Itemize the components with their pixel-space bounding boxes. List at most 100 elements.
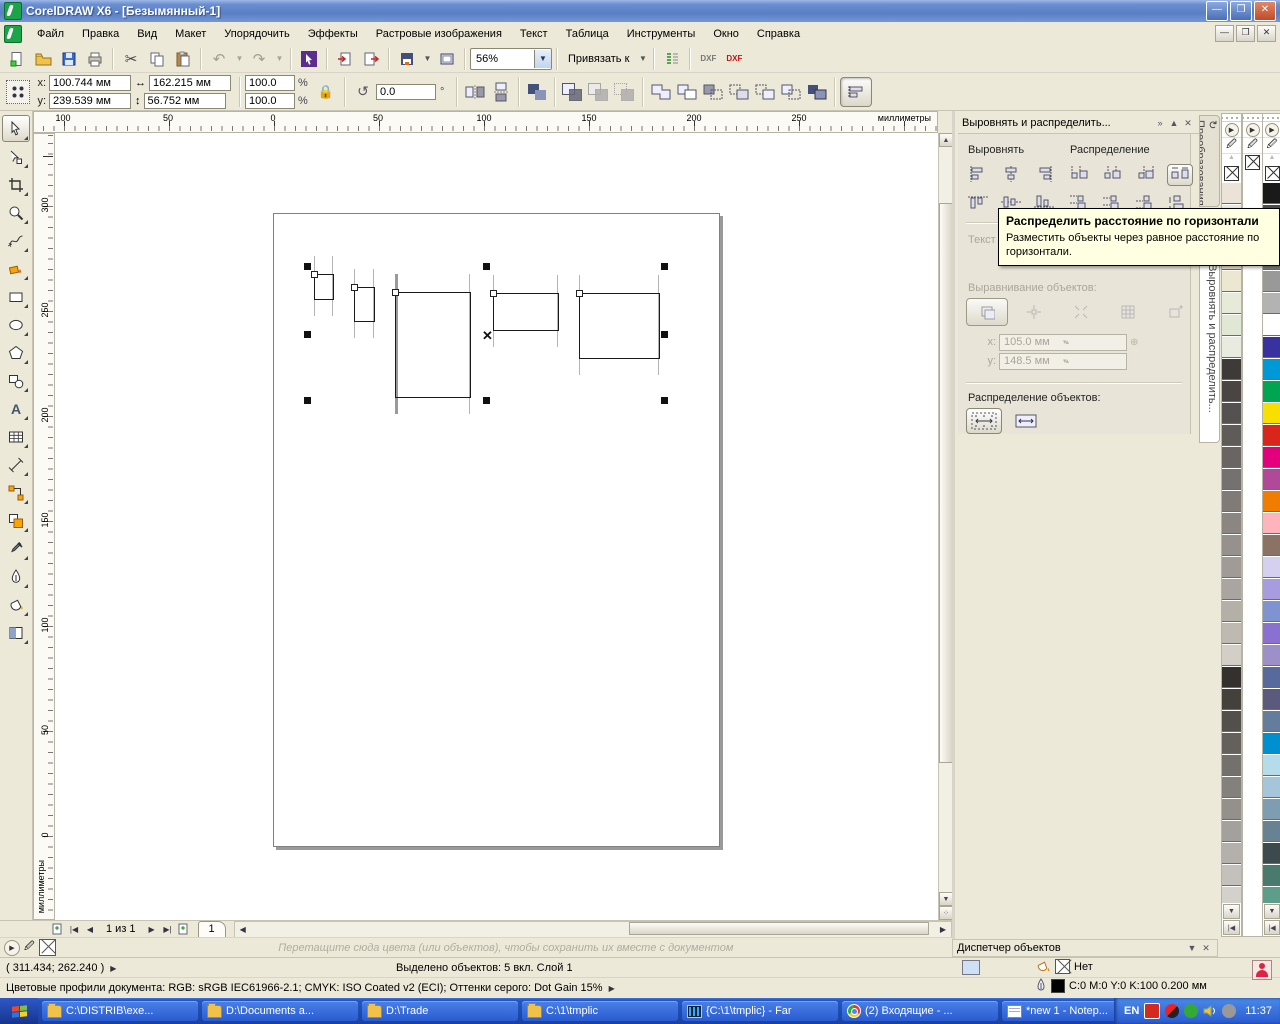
vertical-scrollbar[interactable]: ▲ ▼ ⁘ xyxy=(938,133,953,920)
align-left-button[interactable] xyxy=(966,164,990,184)
align-right-button[interactable] xyxy=(1032,164,1056,184)
align-to-page-edge-button[interactable] xyxy=(1013,298,1055,326)
color-swatch[interactable] xyxy=(1263,380,1280,402)
palette-eyedropper-icon[interactable]: 🖉 xyxy=(1247,137,1258,154)
color-swatch[interactable] xyxy=(1222,292,1241,314)
palette-expand-button[interactable]: |◀ xyxy=(1264,920,1280,935)
color-swatch[interactable] xyxy=(1263,292,1280,314)
zoom-level-combo[interactable]: 56% ▼ xyxy=(470,48,552,70)
doc-palette-no-color-swatch[interactable] xyxy=(39,939,56,956)
shape-tool[interactable] xyxy=(2,143,30,170)
distribute-right-button[interactable] xyxy=(1134,164,1158,184)
object-manager-close-icon[interactable]: ✕ xyxy=(1199,941,1213,955)
color-swatch[interactable] xyxy=(1222,710,1241,732)
table-tool[interactable] xyxy=(2,423,30,450)
palette-drag-handle[interactable] xyxy=(1222,114,1241,122)
page-tab-1[interactable]: 1 xyxy=(198,921,226,937)
redo-button[interactable]: ↷ xyxy=(246,46,272,72)
object-node[interactable] xyxy=(576,290,583,297)
scroll-up-button[interactable]: ▲ xyxy=(939,133,953,147)
menu-таблица[interactable]: Таблица xyxy=(557,25,618,43)
hscroll-thumb[interactable] xyxy=(629,922,930,935)
color-swatch[interactable] xyxy=(1222,600,1241,622)
align-to-point-button[interactable] xyxy=(1154,298,1196,326)
rectangle-object[interactable] xyxy=(354,287,375,322)
taskbar-item[interactable]: (2) Входящие - ... xyxy=(842,1001,998,1021)
taskbar-item[interactable]: D:\Documents a... xyxy=(202,1001,358,1021)
snap-to-label[interactable]: Привязать к xyxy=(562,53,635,65)
selection-handle[interactable] xyxy=(304,397,311,404)
color-swatch[interactable] xyxy=(1222,182,1241,204)
doc-restore-button[interactable]: ❐ xyxy=(1236,25,1255,42)
color-swatch[interactable] xyxy=(1222,776,1241,798)
color-swatch[interactable] xyxy=(1263,402,1280,424)
palette-flyout-button[interactable]: ▶ xyxy=(1246,123,1260,137)
object-y-field[interactable]: 239.539 мм xyxy=(49,93,131,109)
align-top-button[interactable] xyxy=(966,192,990,212)
menu-эффекты[interactable]: Эффекты xyxy=(299,25,367,43)
ellipse-tool[interactable] xyxy=(2,311,30,338)
color-swatch[interactable] xyxy=(1222,798,1241,820)
color-swatch[interactable] xyxy=(1263,600,1280,622)
group-button[interactable] xyxy=(560,80,586,104)
color-swatch[interactable] xyxy=(1263,578,1280,600)
color-swatch[interactable] xyxy=(1222,402,1241,424)
connector-tool[interactable] xyxy=(2,479,30,506)
color-swatch[interactable] xyxy=(1222,336,1241,358)
vscroll-thumb[interactable] xyxy=(939,203,953,763)
taskbar-item[interactable]: C:\1\tmplic xyxy=(522,1001,678,1021)
color-swatch[interactable] xyxy=(1263,534,1280,556)
object-node[interactable] xyxy=(311,271,318,278)
color-swatch[interactable] xyxy=(1222,446,1241,468)
docker-menu-icon[interactable]: » xyxy=(1153,116,1167,130)
palette-eyedropper-icon[interactable]: 🖉 xyxy=(1267,137,1278,154)
align-center-h-button[interactable] xyxy=(999,164,1023,184)
save-button[interactable] xyxy=(56,46,82,72)
color-swatch[interactable] xyxy=(1263,644,1280,666)
hscroll-left-button[interactable]: ◀ xyxy=(235,922,251,937)
color-swatch[interactable] xyxy=(1263,314,1280,336)
first-page-button[interactable]: |◀ xyxy=(66,922,82,937)
outline-pen-tool[interactable] xyxy=(2,563,30,590)
polygon-tool[interactable] xyxy=(2,339,30,366)
taskbar-item[interactable]: {C:\1\tmplic} - Far xyxy=(682,1001,838,1021)
align-to-active-object-button[interactable] xyxy=(966,298,1008,326)
prev-page-button[interactable]: ◀ xyxy=(82,922,98,937)
mirror-horizontal-button[interactable] xyxy=(462,80,488,104)
application-launcher-button[interactable] xyxy=(394,46,420,72)
drawing-canvas[interactable]: ✕ xyxy=(55,133,938,920)
menu-файл[interactable]: Файл xyxy=(28,25,73,43)
color-swatch[interactable] xyxy=(1263,754,1280,776)
color-swatch[interactable] xyxy=(1222,270,1241,292)
color-swatch[interactable] xyxy=(1222,556,1241,578)
color-swatch[interactable] xyxy=(1222,754,1241,776)
taskbar-item[interactable]: *new 1 - Notep... xyxy=(1002,1001,1114,1021)
object-x-field[interactable]: 100.744 мм xyxy=(49,75,131,91)
simplify-button[interactable] xyxy=(726,80,752,104)
doc-close-button[interactable]: ✕ xyxy=(1257,25,1276,42)
close-button[interactable]: ✕ xyxy=(1254,1,1276,21)
pdf-tray-icon[interactable] xyxy=(1144,1003,1160,1019)
horizontal-scrollbar[interactable]: ◀ ▶ xyxy=(234,921,952,938)
align-to-grid-button[interactable] xyxy=(1107,298,1149,326)
distribute-left-button[interactable] xyxy=(1068,164,1092,184)
add-page-button[interactable] xyxy=(50,922,66,937)
no-color-swatch[interactable] xyxy=(1224,166,1239,181)
interactive-fill-tool[interactable] xyxy=(2,619,30,646)
rotation-angle-field[interactable]: 0.0 xyxy=(376,84,436,100)
scale-y-field[interactable]: 100.0 xyxy=(245,93,295,109)
palette-scroll-up[interactable]: ▲ xyxy=(1263,154,1280,165)
doc-minimize-button[interactable]: — xyxy=(1215,25,1234,42)
menu-макет[interactable]: Макет xyxy=(166,25,215,43)
color-swatch[interactable] xyxy=(1263,732,1280,754)
doc-palette-flyout-button[interactable]: ▶ xyxy=(4,940,20,956)
rectangle-object[interactable] xyxy=(493,293,559,331)
color-swatch[interactable] xyxy=(1263,468,1280,490)
color-swatch[interactable] xyxy=(1222,842,1241,864)
color-swatch[interactable] xyxy=(1263,710,1280,732)
color-swatch[interactable] xyxy=(1263,490,1280,512)
hscroll-right-button[interactable]: ▶ xyxy=(935,922,951,937)
selection-handle[interactable] xyxy=(661,331,668,338)
search-content-button[interactable] xyxy=(296,46,322,72)
snap-to-dropdown[interactable]: ▼ xyxy=(635,46,649,72)
